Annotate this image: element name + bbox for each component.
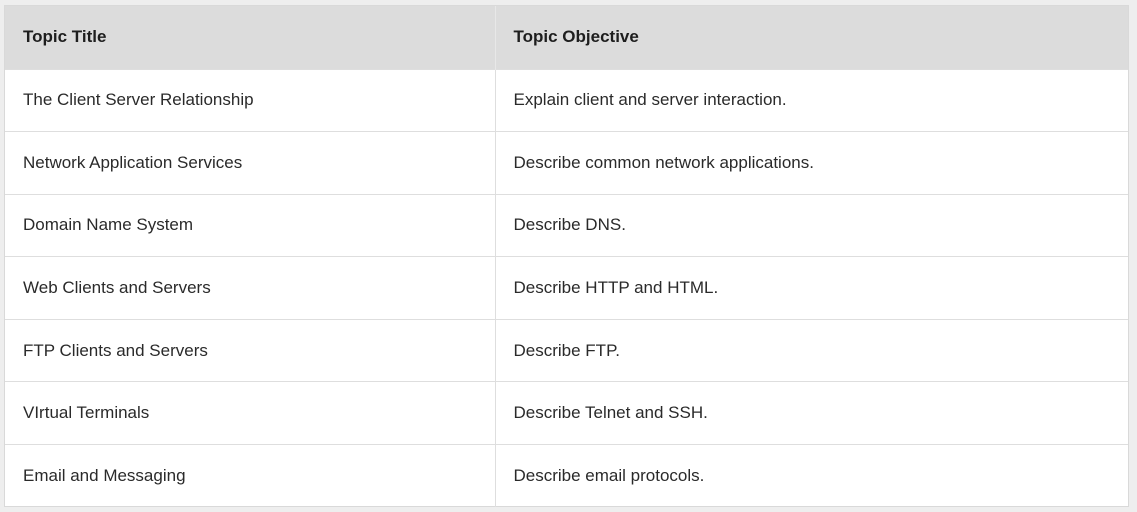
table-row: FTP Clients and Servers Describe FTP. bbox=[5, 319, 1128, 382]
table-body: The Client Server Relationship Explain c… bbox=[5, 69, 1128, 508]
topic-title-cell: FTP Clients and Servers bbox=[5, 319, 496, 382]
topic-objective-cell: Describe Telnet and SSH. bbox=[513, 403, 708, 423]
topic-objective-cell: Describe FTP. bbox=[513, 340, 620, 360]
topics-table-container: Topic Title Topic Objective The Client S… bbox=[4, 5, 1129, 508]
column-header-topic-objective: Topic Objective bbox=[513, 27, 639, 47]
table-header-row: Topic Title Topic Objective bbox=[5, 6, 1128, 69]
topic-title-cell: Email and Messaging bbox=[5, 444, 496, 508]
topic-objective-cell: Explain client and server interaction. bbox=[513, 90, 787, 110]
topic-title-cell: VIrtual Terminals bbox=[5, 381, 496, 445]
table-row: The Client Server Relationship Explain c… bbox=[5, 69, 1128, 132]
topic-objective-cell: Describe email protocols. bbox=[513, 466, 705, 486]
topic-objective-cell: Describe common network applications. bbox=[513, 152, 814, 172]
table-header: Topic Title Topic Objective bbox=[5, 6, 1128, 69]
topic-objective-cell: Describe DNS. bbox=[513, 215, 626, 235]
table-row: VIrtual Terminals Describe Telnet and SS… bbox=[5, 381, 1128, 445]
table-row: Email and Messaging Describe email proto… bbox=[5, 444, 1128, 508]
topic-title-cell: Network Application Services bbox=[5, 131, 496, 195]
table-row: Domain Name System Describe DNS. bbox=[5, 194, 1128, 257]
topic-title-cell: Domain Name System bbox=[5, 194, 496, 257]
table-row: Network Application Services Describe co… bbox=[5, 131, 1128, 195]
column-header-topic-title: Topic Title bbox=[5, 6, 496, 69]
topic-objective-cell: Describe HTTP and HTML. bbox=[513, 278, 719, 298]
topics-table: Topic Title Topic Objective The Client S… bbox=[5, 6, 1128, 508]
topic-title-cell: Web Clients and Servers bbox=[5, 256, 496, 320]
topic-title-cell: The Client Server Relationship bbox=[5, 69, 496, 132]
table-row: Web Clients and Servers Describe HTTP an… bbox=[5, 256, 1128, 320]
